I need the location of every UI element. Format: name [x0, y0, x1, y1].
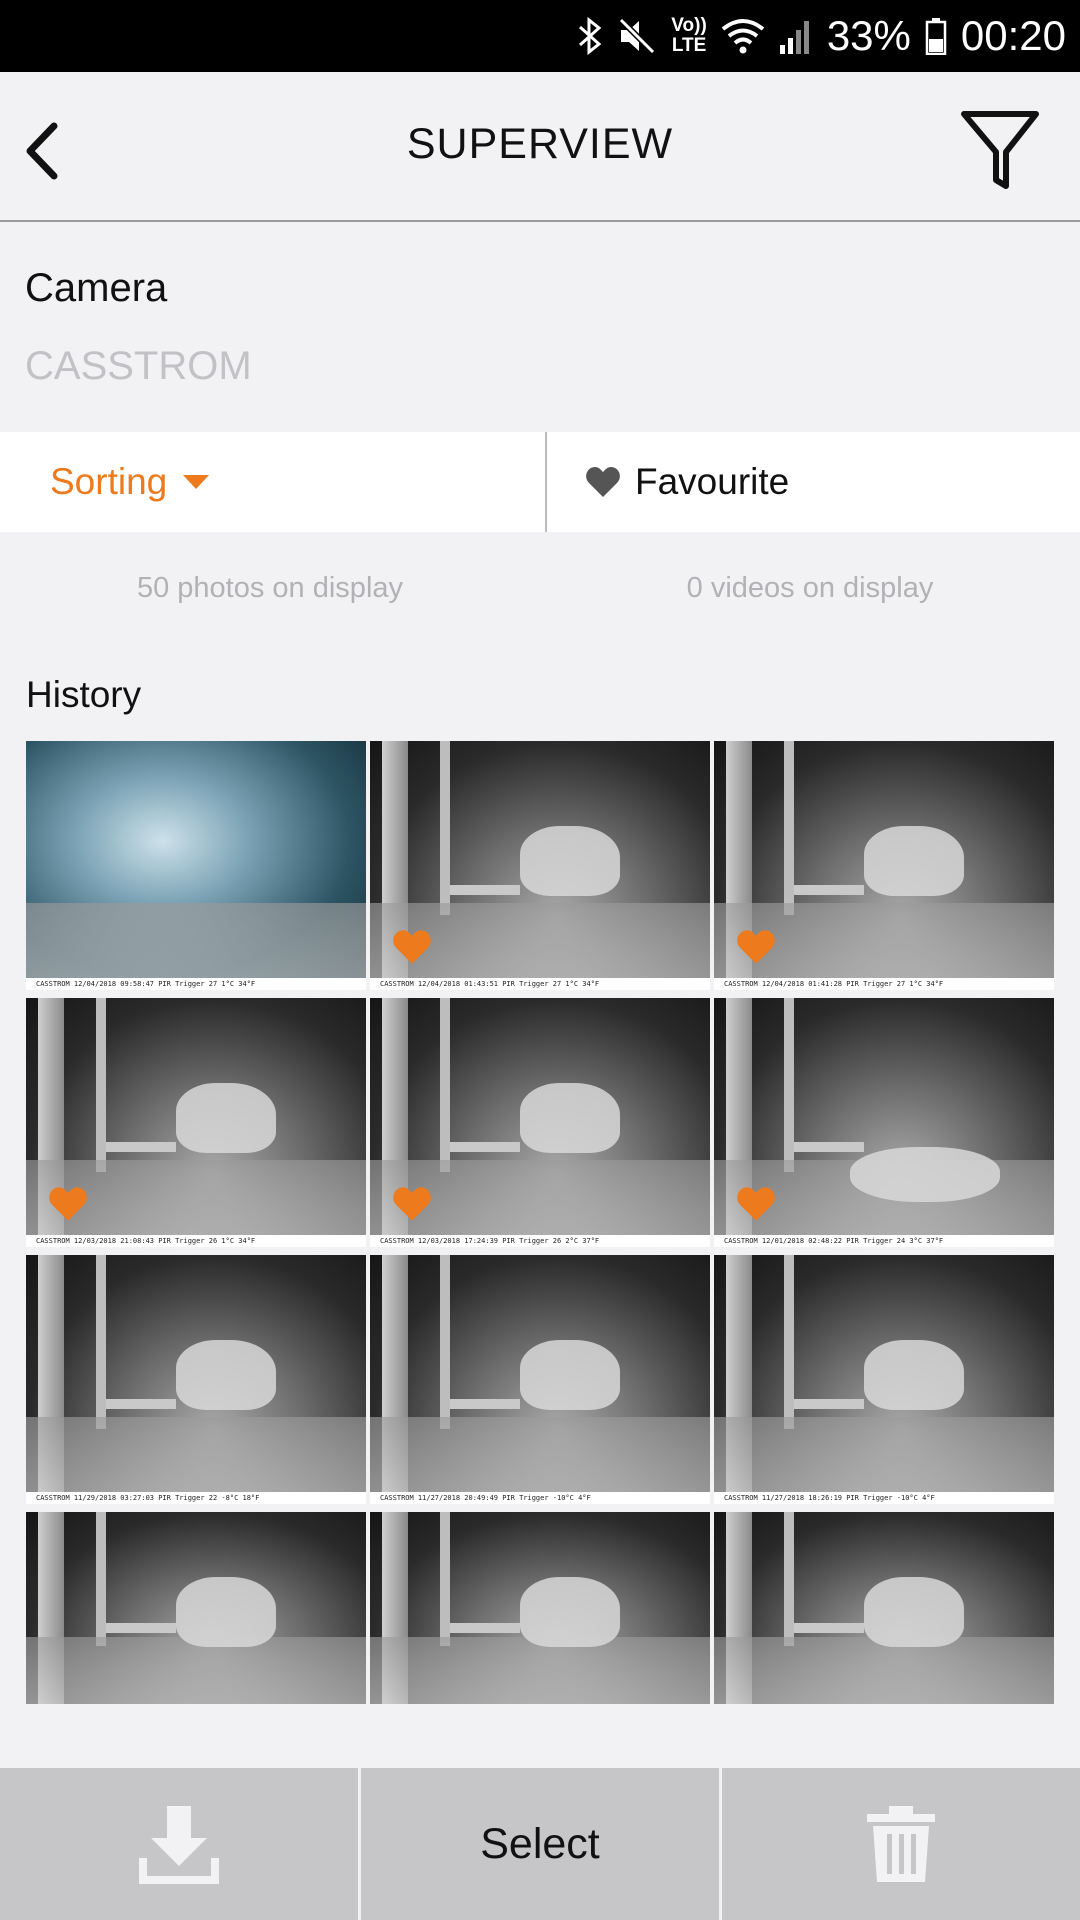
- pole-shape: [440, 741, 450, 916]
- select-button[interactable]: Select: [358, 1768, 719, 1920]
- feeder-shape: [794, 1623, 864, 1634]
- pole-shape: [784, 1512, 794, 1647]
- volte-icon: Vo)) LTE: [671, 15, 707, 56]
- photo-thumbnail[interactable]: [714, 1512, 1054, 1704]
- photo-stamp: CASSTROM 11/29/2018 03:27:03 PIR Trigger…: [26, 1492, 366, 1504]
- photo-stamp: CASSTROM 12/03/2018 21:08:43 PIR Trigger…: [26, 1235, 366, 1247]
- pole-shape: [784, 741, 794, 916]
- fox-shape: [850, 1147, 1000, 1203]
- favourite-heart-icon[interactable]: [392, 929, 432, 965]
- favourite-heart-icon[interactable]: [48, 1186, 88, 1222]
- ground-shape: [714, 1416, 1054, 1504]
- videos-count: 0 videos on display: [686, 572, 934, 604]
- photo-stamp: CASSTROM 11/27/2018 18:26:19 PIR Trigger…: [714, 1492, 1054, 1504]
- ground-shape: [370, 1636, 710, 1704]
- signal-icon: [779, 17, 813, 55]
- photo-stamp: CASSTROM 11/27/2018 20:49:49 PIR Trigger…: [370, 1492, 710, 1504]
- filter-button[interactable]: [960, 108, 1040, 194]
- photo-stamp: CASSTROM 12/04/2018 09:58:47 PIR Trigger…: [26, 978, 366, 990]
- camera-value: CASSTROM: [25, 344, 252, 388]
- photo-thumbnail[interactable]: CASSTROM 12/01/2018 02:48:22 PIR Trigger…: [714, 998, 1054, 1247]
- battery-icon: [925, 17, 947, 55]
- feeder-shape: [450, 885, 520, 896]
- photos-count: 50 photos on display: [136, 572, 404, 604]
- ground-shape: [26, 902, 366, 990]
- photo-thumbnail[interactable]: [370, 1512, 710, 1704]
- pole-shape: [440, 1255, 450, 1430]
- favourite-heart-icon[interactable]: [392, 1186, 432, 1222]
- deer-shape: [519, 1339, 620, 1410]
- photo-thumbnail[interactable]: CASSTROM 12/03/2018 21:08:43 PIR Trigger…: [26, 998, 366, 1247]
- caret-down-icon: [183, 475, 210, 489]
- photo-stamp: CASSTROM 12/01/2018 02:48:22 PIR Trigger…: [714, 1235, 1054, 1247]
- trash-icon: [867, 1806, 935, 1882]
- photo-thumbnail[interactable]: [26, 1512, 366, 1704]
- deer-shape: [863, 1339, 964, 1410]
- delete-button[interactable]: [719, 1768, 1080, 1920]
- photo-stamp: CASSTROM 12/04/2018 01:43:51 PIR Trigger…: [370, 978, 710, 990]
- pole-shape: [96, 1512, 106, 1647]
- filter-icon: [961, 111, 1039, 189]
- photo-stamp: CASSTROM 12/03/2018 17:24:39 PIR Trigger…: [370, 1235, 710, 1247]
- favourite-heart-icon[interactable]: [736, 929, 776, 965]
- feeder-shape: [450, 1142, 520, 1153]
- favourite-heart-icon[interactable]: [736, 1186, 776, 1222]
- history-heading: History: [26, 674, 142, 715]
- pole-shape: [784, 998, 794, 1173]
- deer-shape: [519, 1082, 620, 1153]
- favourite-filter[interactable]: Favourite: [547, 432, 1080, 532]
- mute-icon: [617, 16, 657, 56]
- deer-shape: [863, 1577, 964, 1648]
- photo-thumbnail[interactable]: CASSTROM 12/03/2018 17:24:39 PIR Trigger…: [370, 998, 710, 1247]
- page-title: SUPERVIEW: [406, 120, 674, 168]
- bottom-action-bar: Select: [0, 1768, 1080, 1920]
- status-bar: Vo)) LTE 33% 00:20: [0, 0, 1080, 72]
- download-icon: [139, 1806, 219, 1884]
- ground-shape: [714, 1636, 1054, 1704]
- feeder-shape: [450, 1623, 520, 1634]
- feeder-shape: [106, 1399, 176, 1410]
- bluetooth-icon: [577, 16, 603, 56]
- photo-thumbnail[interactable]: CASSTROM 11/27/2018 18:26:19 PIR Trigger…: [714, 1255, 1054, 1504]
- photo-thumbnail[interactable]: CASSTROM 12/04/2018 01:41:28 PIR Trigger…: [714, 741, 1054, 990]
- photo-thumbnail[interactable]: CASSTROM 12/04/2018 09:58:47 PIR Trigger…: [26, 741, 366, 990]
- feeder-shape: [794, 1399, 864, 1410]
- feeder-shape: [450, 1399, 520, 1410]
- photo-thumbnail[interactable]: CASSTROM 11/27/2018 20:49:49 PIR Trigger…: [370, 1255, 710, 1504]
- ground-shape: [370, 1416, 710, 1504]
- photo-grid: CASSTROM 12/04/2018 09:58:47 PIR Trigger…: [26, 741, 1054, 1704]
- deer-shape: [175, 1339, 276, 1410]
- deer-shape: [863, 825, 964, 896]
- pole-shape: [440, 998, 450, 1173]
- ground-shape: [26, 1416, 366, 1504]
- wifi-icon: [721, 17, 765, 55]
- feeder-shape: [794, 885, 864, 896]
- clock: 00:20: [960, 12, 1066, 59]
- ground-shape: [26, 1636, 366, 1704]
- app-bar: SUPERVIEW: [0, 72, 1080, 222]
- pole-shape: [96, 1255, 106, 1430]
- sorting-dropdown[interactable]: Sorting: [0, 432, 547, 532]
- display-counts: 50 photos on display 0 videos on display: [0, 572, 1080, 605]
- deer-shape: [175, 1082, 276, 1153]
- sorting-label: Sorting: [50, 461, 168, 502]
- feeder-shape: [106, 1142, 176, 1153]
- feeder-shape: [794, 1142, 864, 1153]
- camera-label: Camera: [25, 266, 168, 310]
- sort-favourite-bar: Sorting Favourite: [0, 432, 1080, 532]
- pole-shape: [440, 1512, 450, 1647]
- photo-thumbnail[interactable]: CASSTROM 11/29/2018 03:27:03 PIR Trigger…: [26, 1255, 366, 1504]
- battery-percent: 33%: [826, 12, 911, 59]
- deer-shape: [175, 1577, 276, 1648]
- pole-shape: [96, 998, 106, 1173]
- deer-shape: [519, 1577, 620, 1648]
- heart-icon: [586, 467, 620, 497]
- feeder-shape: [106, 1623, 176, 1634]
- favourite-label: Favourite: [635, 461, 790, 502]
- photo-stamp: CASSTROM 12/04/2018 01:41:28 PIR Trigger…: [714, 978, 1054, 990]
- photo-thumbnail[interactable]: CASSTROM 12/04/2018 01:43:51 PIR Trigger…: [370, 741, 710, 990]
- download-button[interactable]: [0, 1768, 358, 1920]
- pole-shape: [784, 1255, 794, 1430]
- deer-shape: [519, 825, 620, 896]
